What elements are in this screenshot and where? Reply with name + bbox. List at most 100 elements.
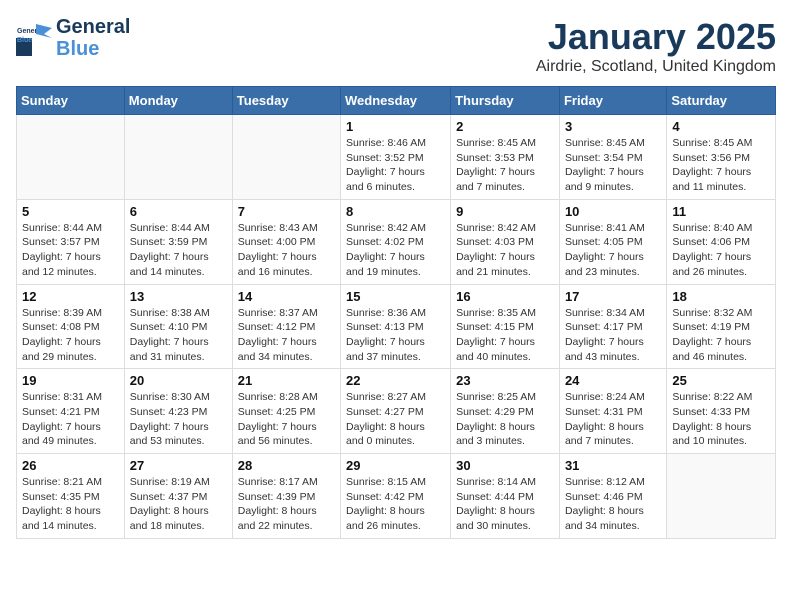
calendar-day-cell: 29Sunrise: 8:15 AM Sunset: 4:42 PM Dayli…: [341, 454, 451, 539]
calendar-day-cell: 31 Sunrise: 8:12 AM Sunset: 4:46 PM Dayli…: [559, 454, 666, 539]
day-info: Sunrise: 8:34 AM Sunset: 4:17 PM Dayligh…: [565, 306, 661, 365]
day-number: 4: [672, 119, 770, 134]
day-info: Sunrise: 8:17 AM Sunset: 4:39 PM Dayligh…: [238, 475, 335, 534]
calendar-day-cell: 10 Sunrise: 8:41 AM Sunset: 4:05 PM Dayli…: [559, 199, 666, 284]
calendar-week-row: 19 Sunrise: 8:31 AM Sunset: 4:21 PM Dayli…: [17, 369, 776, 454]
calendar-table: SundayMondayTuesdayWednesdayThursdayFrid…: [16, 86, 776, 539]
calendar-day-cell: 25 Sunrise: 8:22 AM Sunset: 4:33 PM Dayli…: [667, 369, 776, 454]
title-block: January 2025 Airdrie, Scotland, United K…: [536, 16, 776, 76]
calendar-day-cell: 9 Sunrise: 8:42 AM Sunset: 4:03 PM Daylig…: [451, 199, 560, 284]
day-info: Sunrise: 8:38 AM Sunset: 4:10 PM Dayligh…: [130, 306, 227, 365]
day-info: Sunrise: 8:45 AM Sunset: 3:56 PM Dayligh…: [672, 136, 770, 195]
day-number: 29: [346, 458, 445, 473]
calendar-day-cell: 12 Sunrise: 8:39 AM Sunset: 4:08 PM Dayli…: [17, 284, 125, 369]
calendar-day-cell: 6 Sunrise: 8:44 AM Sunset: 3:59 PM Daylig…: [124, 199, 232, 284]
calendar-day-cell: [232, 115, 340, 200]
day-info: Sunrise: 8:27 AM Sunset: 4:27 PM Dayligh…: [346, 390, 445, 449]
day-number: 5: [22, 204, 119, 219]
day-number: 2: [456, 119, 554, 134]
calendar-day-cell: 7 Sunrise: 8:43 AM Sunset: 4:00 PM Daylig…: [232, 199, 340, 284]
calendar-day-cell: 30 Sunrise: 8:14 AM Sunset: 4:44 PM Dayli…: [451, 454, 560, 539]
day-number: 14: [238, 289, 335, 304]
day-number: 27: [130, 458, 227, 473]
day-number: 26: [22, 458, 119, 473]
day-info: Sunrise: 8:45 AM Sunset: 3:54 PM Dayligh…: [565, 136, 661, 195]
day-info: Sunrise: 8:46 AM Sunset: 3:52 PM Dayligh…: [346, 136, 445, 195]
day-number: 10: [565, 204, 661, 219]
calendar-day-cell: 4 Sunrise: 8:45 AM Sunset: 3:56 PM Daylig…: [667, 115, 776, 200]
day-number: 1: [346, 119, 445, 134]
day-number: 21: [238, 373, 335, 388]
day-number: 3: [565, 119, 661, 134]
calendar-day-cell: 13 Sunrise: 8:38 AM Sunset: 4:10 PM Dayli…: [124, 284, 232, 369]
svg-text:Blue: Blue: [17, 37, 32, 44]
day-info: Sunrise: 8:40 AM Sunset: 4:06 PM Dayligh…: [672, 221, 770, 280]
logo: General Blue General Blue: [16, 16, 130, 60]
day-number: 20: [130, 373, 227, 388]
logo-blue-text: Blue: [56, 38, 130, 60]
day-number: 7: [238, 204, 335, 219]
day-info: Sunrise: 8:39 AM Sunset: 4:08 PM Dayligh…: [22, 306, 119, 365]
calendar-day-cell: 15Sunrise: 8:36 AM Sunset: 4:13 PM Dayli…: [341, 284, 451, 369]
day-number: 16: [456, 289, 554, 304]
day-number: 31: [565, 458, 661, 473]
day-number: 15: [346, 289, 445, 304]
calendar-week-row: 26 Sunrise: 8:21 AM Sunset: 4:35 PM Dayli…: [17, 454, 776, 539]
day-number: 11: [672, 204, 770, 219]
day-number: 13: [130, 289, 227, 304]
calendar-day-cell: 19 Sunrise: 8:31 AM Sunset: 4:21 PM Dayli…: [17, 369, 125, 454]
day-number: 6: [130, 204, 227, 219]
day-info: Sunrise: 8:41 AM Sunset: 4:05 PM Dayligh…: [565, 221, 661, 280]
calendar-day-cell: 22 Sunrise: 8:27 AM Sunset: 4:27 PM Dayli…: [341, 369, 451, 454]
calendar-day-cell: 11 Sunrise: 8:40 AM Sunset: 4:06 PM Dayli…: [667, 199, 776, 284]
day-number: 22: [346, 373, 445, 388]
day-number: 24: [565, 373, 661, 388]
weekday-header: Tuesday: [232, 87, 340, 115]
day-info: Sunrise: 8:44 AM Sunset: 3:59 PM Dayligh…: [130, 221, 227, 280]
calendar-day-cell: 5Sunrise: 8:44 AM Sunset: 3:57 PM Daylig…: [17, 199, 125, 284]
day-number: 23: [456, 373, 554, 388]
day-info: Sunrise: 8:28 AM Sunset: 4:25 PM Dayligh…: [238, 390, 335, 449]
day-info: Sunrise: 8:22 AM Sunset: 4:33 PM Dayligh…: [672, 390, 770, 449]
calendar-day-cell: 3 Sunrise: 8:45 AM Sunset: 3:54 PM Daylig…: [559, 115, 666, 200]
calendar-day-cell: 14 Sunrise: 8:37 AM Sunset: 4:12 PM Dayli…: [232, 284, 340, 369]
calendar-day-cell: 20 Sunrise: 8:30 AM Sunset: 4:23 PM Dayli…: [124, 369, 232, 454]
weekday-header: Wednesday: [341, 87, 451, 115]
day-info: Sunrise: 8:35 AM Sunset: 4:15 PM Dayligh…: [456, 306, 554, 365]
weekday-header: Thursday: [451, 87, 560, 115]
day-info: Sunrise: 8:32 AM Sunset: 4:19 PM Dayligh…: [672, 306, 770, 365]
calendar-day-cell: 27Sunrise: 8:19 AM Sunset: 4:37 PM Dayli…: [124, 454, 232, 539]
day-info: Sunrise: 8:12 AM Sunset: 4:46 PM Dayligh…: [565, 475, 661, 534]
calendar-week-row: 1 Sunrise: 8:46 AM Sunset: 3:52 PM Daylig…: [17, 115, 776, 200]
calendar-week-row: 12 Sunrise: 8:39 AM Sunset: 4:08 PM Dayli…: [17, 284, 776, 369]
calendar-day-cell: 24Sunrise: 8:24 AM Sunset: 4:31 PM Dayli…: [559, 369, 666, 454]
day-number: 9: [456, 204, 554, 219]
day-number: 28: [238, 458, 335, 473]
page-header: General Blue General Blue January 2025 A…: [16, 16, 776, 76]
day-number: 12: [22, 289, 119, 304]
day-info: Sunrise: 8:25 AM Sunset: 4:29 PM Dayligh…: [456, 390, 554, 449]
calendar-day-cell: 16 Sunrise: 8:35 AM Sunset: 4:15 PM Dayli…: [451, 284, 560, 369]
calendar-week-row: 5Sunrise: 8:44 AM Sunset: 3:57 PM Daylig…: [17, 199, 776, 284]
day-number: 8: [346, 204, 445, 219]
calendar-day-cell: 17Sunrise: 8:34 AM Sunset: 4:17 PM Dayli…: [559, 284, 666, 369]
calendar-day-cell: 18Sunrise: 8:32 AM Sunset: 4:19 PM Dayli…: [667, 284, 776, 369]
day-info: Sunrise: 8:42 AM Sunset: 4:03 PM Dayligh…: [456, 221, 554, 280]
day-number: 30: [456, 458, 554, 473]
day-info: Sunrise: 8:31 AM Sunset: 4:21 PM Dayligh…: [22, 390, 119, 449]
calendar-day-cell: [17, 115, 125, 200]
day-info: Sunrise: 8:43 AM Sunset: 4:00 PM Dayligh…: [238, 221, 335, 280]
logo-icon: General Blue: [16, 20, 52, 56]
day-info: Sunrise: 8:14 AM Sunset: 4:44 PM Dayligh…: [456, 475, 554, 534]
day-info: Sunrise: 8:30 AM Sunset: 4:23 PM Dayligh…: [130, 390, 227, 449]
weekday-header: Friday: [559, 87, 666, 115]
calendar-day-cell: [124, 115, 232, 200]
calendar-day-cell: 8Sunrise: 8:42 AM Sunset: 4:02 PM Daylig…: [341, 199, 451, 284]
day-number: 19: [22, 373, 119, 388]
day-info: Sunrise: 8:37 AM Sunset: 4:12 PM Dayligh…: [238, 306, 335, 365]
calendar-day-cell: 26 Sunrise: 8:21 AM Sunset: 4:35 PM Dayli…: [17, 454, 125, 539]
calendar-day-cell: 28 Sunrise: 8:17 AM Sunset: 4:39 PM Dayli…: [232, 454, 340, 539]
day-number: 25: [672, 373, 770, 388]
day-info: Sunrise: 8:21 AM Sunset: 4:35 PM Dayligh…: [22, 475, 119, 534]
calendar-header-row: SundayMondayTuesdayWednesdayThursdayFrid…: [17, 87, 776, 115]
